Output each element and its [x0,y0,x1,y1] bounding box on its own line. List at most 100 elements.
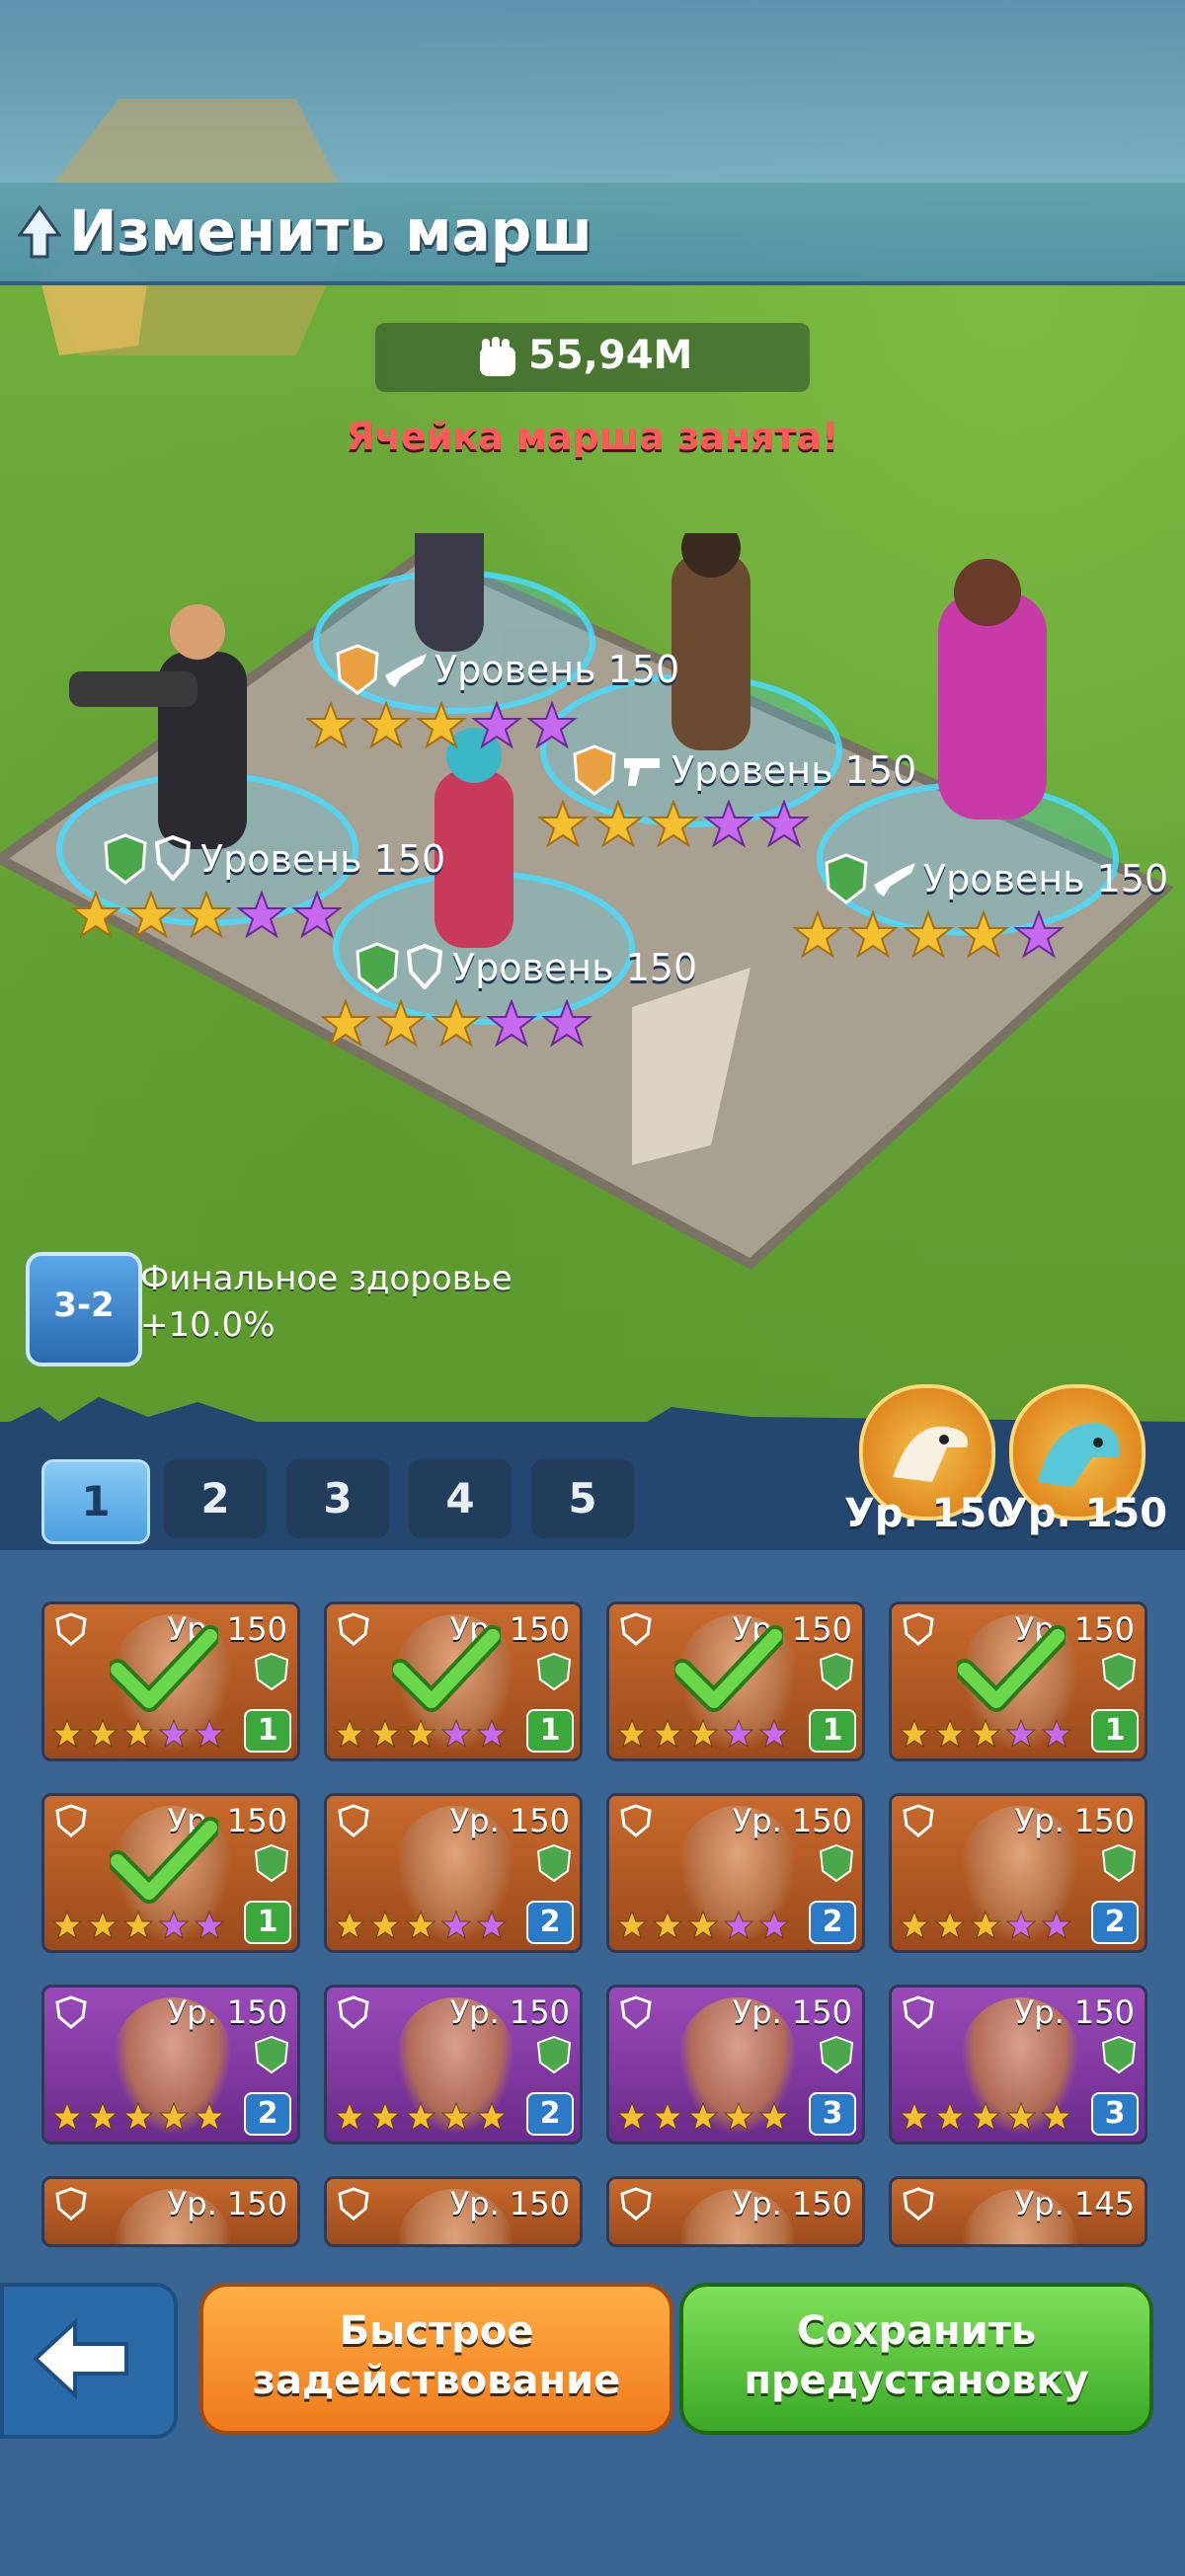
pistol-icon [624,758,660,786]
hero-card-stars [335,1911,508,1940]
class-icon [903,1995,934,2029]
hero-card[interactable]: Ур. 150 1 [41,1793,300,1953]
hero-card-level: Ур. 150 [1014,1993,1135,2031]
bonus-name: Финальное здоровье [140,1259,513,1298]
preset-tab-3[interactable]: 3 [286,1459,389,1538]
class-icon [338,1995,369,2029]
hero-figure[interactable] [672,533,750,750]
hero-card-count: 2 [809,1901,856,1944]
back-button[interactable] [0,2283,178,2439]
class-icon [620,1804,652,1837]
preset-tab-2[interactable]: 2 [164,1459,267,1538]
hero-card-count: 1 [1091,1709,1139,1753]
hero-figure[interactable] [938,559,1047,820]
hero-card-stars [52,2102,225,2132]
hero-stars-3 [71,891,343,939]
checkmark-icon [110,1817,218,1904]
hero-card-level: Ур. 150 [449,1993,570,2031]
panel-edge-decoration [0,1397,1185,1437]
hero-level: Уровень 150 [452,946,698,989]
preset-tab-1[interactable]: 1 [41,1459,150,1544]
hero-level: Уровень 150 [200,837,446,881]
hero-card[interactable]: Ур. 150 [41,2176,300,2247]
class-icon [55,1804,87,1837]
formation-bonus-icon[interactable]: 3-2 [26,1252,142,1366]
hero-card-level: Ур. 150 [167,1993,287,2031]
hero-card-level: Ур. 150 [732,1802,852,1839]
warning-message: Ячейка марша занята! [346,415,839,458]
hero-card[interactable]: Ур. 150 3 [889,1985,1147,2145]
hero-card[interactable]: Ур. 150 1 [41,1601,300,1761]
hero-card-stars [335,1719,508,1749]
hero-card[interactable]: Ур. 150 2 [41,1985,300,2145]
hero-card-stars [900,2102,1072,2132]
bonus-icon-label: 3-2 [53,1286,115,1325]
faction-icon [819,2035,854,2074]
quick-deploy-button[interactable]: Быстрое задействование [199,2283,673,2435]
forest-faction-icon [356,942,399,993]
quick-deploy-label: Быстрое задействование [252,2308,621,2403]
hero-card[interactable]: Ур. 150 3 [606,1985,865,2145]
class-icon [338,1804,369,1837]
faction-icon [254,1652,289,1691]
class-icon [338,1612,369,1646]
hero-card[interactable]: Ур. 150 [324,2176,583,2247]
hero-card-count: 1 [526,1709,574,1753]
hero-card[interactable]: Ур. 150 2 [889,1793,1147,1953]
faction-icon [1101,2035,1137,2074]
shield-icon [407,944,442,989]
save-preset-label: Сохранить предустановку [744,2308,1089,2403]
hero-card-stars [52,1719,225,1749]
hero-card-count: 1 [244,1709,291,1753]
hero-card-stars [52,1911,225,1940]
faction-icon [536,1652,572,1691]
hero-card[interactable]: Ур. 150 [606,2176,865,2247]
page-title: Изменить марш [69,197,592,265]
hero-card[interactable]: Ур. 145 [889,2176,1147,2247]
hero-level: Уровень 150 [672,748,917,792]
hero-card-stars [617,2102,790,2132]
hero-card-level: Ур. 150 [732,1993,852,2031]
forest-faction-icon [825,853,868,904]
hero-figure[interactable] [415,533,484,652]
faction-icon [1101,1843,1137,1883]
hero-card-count: 3 [809,2092,856,2136]
hero-card[interactable]: Ур. 150 2 [324,1793,583,1953]
hero-card[interactable]: Ур. 150 2 [324,1985,583,2145]
faction-icon [536,2035,572,2074]
class-icon [620,1612,652,1646]
hero-card-count: 1 [244,1901,291,1944]
hero-card[interactable]: Ур. 150 1 [606,1601,865,1761]
gold-star-icon [416,701,467,749]
rifle-icon [874,863,915,897]
faction-icon [1101,1652,1137,1691]
hero-card[interactable]: Ур. 150 2 [606,1793,865,1953]
preset-tab-5[interactable]: 5 [531,1459,634,1538]
faction-icon [254,2035,289,2074]
checkmark-icon [392,1625,501,1712]
desert-faction-icon [336,644,379,695]
hero-stars-5 [321,999,592,1048]
hero-card-level: Ур. 150 [732,2185,852,2223]
hero-card[interactable]: Ур. 150 1 [324,1601,583,1761]
bonus-value: +10.0% [140,1305,276,1345]
hero-stars-4 [793,910,1065,959]
class-icon [903,2187,934,2221]
save-preset-button[interactable]: Сохранить предустановку [679,2283,1153,2435]
hero-card-count: 2 [1091,1901,1139,1944]
faction-icon [254,1843,289,1883]
class-icon [338,2187,369,2221]
fist-icon [480,337,515,376]
class-icon [55,1995,87,2029]
pet-level: Ур. 150 [997,1491,1168,1536]
forest-faction-icon [104,833,147,885]
purple-star-icon [526,701,578,749]
shield-icon [155,835,191,881]
preset-tab-4[interactable]: 4 [409,1459,512,1538]
class-icon [903,1804,934,1837]
class-icon [620,2187,652,2221]
power-value: 55,94M [528,333,693,378]
hero-card[interactable]: Ур. 150 1 [889,1601,1147,1761]
hero-card-stars [617,1911,790,1940]
class-icon [55,2187,87,2221]
